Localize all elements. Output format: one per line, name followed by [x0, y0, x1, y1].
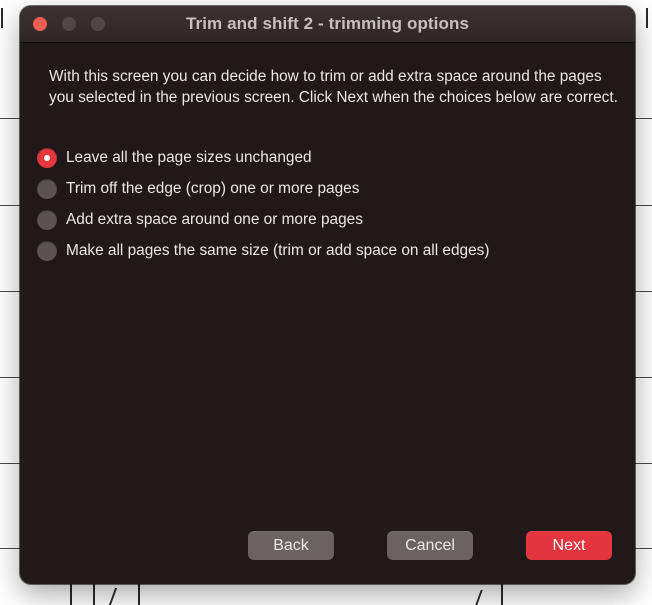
radio-unselected-icon[interactable]	[37, 178, 57, 199]
option-add-space[interactable]: Add extra space around one or more pages	[37, 204, 489, 235]
dialog-window: Trim and shift 2 - trimming options With…	[20, 6, 635, 584]
option-trim-edge[interactable]: Trim off the edge (crop) one or more pag…	[37, 173, 489, 204]
barline	[70, 582, 72, 605]
barline	[646, 8, 648, 28]
barline	[138, 582, 140, 605]
option-label: Make all pages the same size (trim or ad…	[66, 241, 490, 259]
cancel-button[interactable]: Cancel	[387, 531, 473, 560]
next-button[interactable]: Next	[526, 531, 612, 560]
trim-options-group: Leave all the page sizes unchanged Trim …	[37, 142, 489, 266]
option-label: Add extra space around one or more pages	[66, 210, 363, 228]
title-bar: Trim and shift 2 - trimming options	[20, 6, 635, 43]
note-stem	[475, 590, 483, 605]
window-title: Trim and shift 2 - trimming options	[185, 14, 470, 33]
instructions-text: With this screen you can decide how to t…	[49, 68, 618, 106]
option-same-size[interactable]: Make all pages the same size (trim or ad…	[37, 235, 489, 266]
radio-unselected-icon[interactable]	[37, 209, 57, 230]
note-stem	[108, 588, 118, 605]
option-label: Leave all the page sizes unchanged	[66, 148, 312, 166]
radio-selected-icon[interactable]	[37, 147, 57, 168]
radio-unselected-icon[interactable]	[37, 240, 57, 261]
back-button[interactable]: Back	[248, 531, 334, 560]
option-leave-unchanged[interactable]: Leave all the page sizes unchanged	[37, 142, 489, 173]
option-label: Trim off the edge (crop) one or more pag…	[66, 179, 360, 197]
barline	[93, 582, 95, 605]
barline	[1, 8, 3, 28]
barline	[501, 582, 503, 605]
